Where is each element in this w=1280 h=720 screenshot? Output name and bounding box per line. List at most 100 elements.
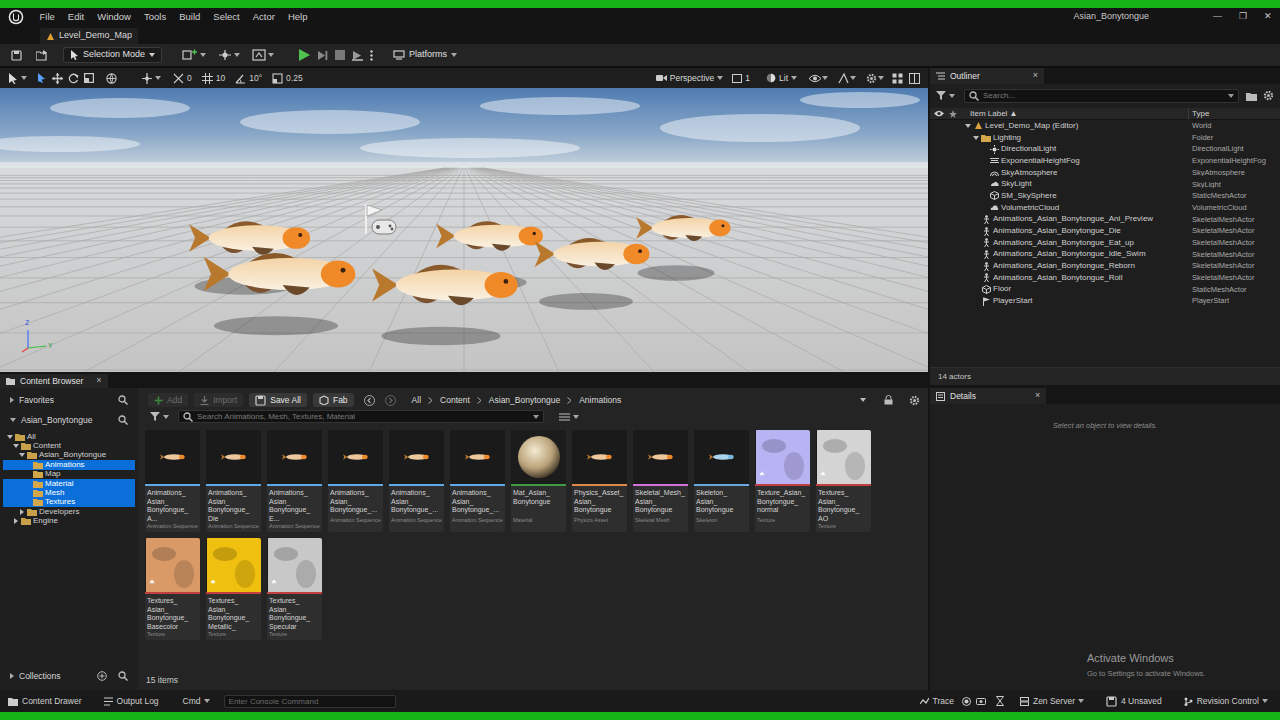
menu-item[interactable]: Window: [91, 10, 138, 24]
menu-item[interactable]: Help: [281, 10, 314, 24]
breadcrumb-item[interactable]: Asian_Bonytongue: [489, 394, 560, 407]
tree-arrow[interactable]: [13, 518, 19, 524]
menu-item[interactable]: Select: [207, 10, 246, 24]
outliner-row[interactable]: Level_Demo_Map (Editor)World: [930, 120, 1280, 132]
folder-item[interactable]: All: [3, 432, 135, 441]
details-tab[interactable]: Details×: [930, 388, 1046, 404]
console-input[interactable]: [224, 695, 396, 708]
column-header[interactable]: Item Label ▲: [970, 108, 1188, 120]
collections-section[interactable]: Collections: [0, 668, 138, 684]
favorites-section[interactable]: Favorites: [0, 392, 138, 408]
trace-button[interactable]: Trace: [920, 695, 954, 708]
folder-item[interactable]: Material: [3, 479, 135, 488]
column-header[interactable]: Type: [1188, 108, 1280, 120]
selection-mode-dropdown[interactable]: Selection Mode: [63, 47, 162, 63]
content-browser-tab[interactable]: Content Browser×: [0, 374, 108, 388]
fab-button[interactable]: Fab: [313, 393, 354, 407]
asset-card[interactable]: Animations_Asian_Bonytongue_E...Animatio…: [267, 430, 322, 532]
outliner-search-input[interactable]: [983, 90, 1224, 102]
asset-card[interactable]: Physics_Asset_Asian_BonytonguePhysics As…: [572, 430, 627, 532]
asset-card[interactable]: Mat_Asian_BonytongueMaterial: [511, 430, 566, 532]
server-button[interactable]: Zen Server: [1020, 695, 1075, 708]
folder-item[interactable]: Mesh: [3, 488, 135, 497]
tree-arrow[interactable]: [7, 435, 13, 439]
grid-snap[interactable]: 10: [202, 72, 225, 85]
close-button[interactable]: ×: [1033, 69, 1038, 83]
layout-button[interactable]: 1: [732, 72, 750, 85]
asset-card[interactable]: Animations_Asian_Bonytongue_...Animation…: [450, 430, 505, 532]
revision-button[interactable]: Revision Control: [1184, 695, 1259, 708]
save-button[interactable]: Save All: [249, 393, 307, 407]
viewport[interactable]: 0 10 10° 0.25 Perspective 1 Lit ZY: [0, 68, 928, 372]
asset-card[interactable]: Animations_Asian_Bonytongue_A...Animatio…: [145, 430, 200, 532]
outliner-row[interactable]: FloorStaticMeshActor: [930, 284, 1280, 296]
asset-card[interactable]: Textures_Asian_Bonytongue_AOTexture: [816, 430, 871, 532]
asset-card[interactable]: Textures_Asian_Bonytongue_BasecolorTextu…: [145, 538, 200, 640]
folder-item[interactable]: Map: [3, 470, 135, 479]
platforms-button[interactable]: Platforms: [393, 48, 457, 62]
outliner-row[interactable]: SkyAtmosphereSkyAtmosphere: [930, 167, 1280, 179]
folder-item[interactable]: Developers: [3, 507, 135, 516]
menu-item[interactable]: Edit: [61, 10, 90, 24]
outliner-row[interactable]: SkyLightSkyLight: [930, 178, 1280, 190]
menu-item[interactable]: Tools: [137, 10, 172, 24]
drawer-button[interactable]: Content Drawer: [8, 695, 82, 708]
outliner-row[interactable]: DirectionalLightDirectionalLight: [930, 143, 1280, 155]
outliner-row[interactable]: Animations_Asian_Bonytongue_DieSkeletalM…: [930, 225, 1280, 237]
asset-card[interactable]: Animations_Asian_Bonytongue_DieAnimation…: [206, 430, 261, 532]
maximize-button[interactable]: ❐: [1230, 10, 1255, 24]
breadcrumb-item[interactable]: All: [412, 394, 421, 407]
rotation-snap[interactable]: 10°: [235, 72, 262, 85]
menu-item[interactable]: Actor: [246, 10, 281, 24]
menu-item[interactable]: File: [33, 10, 61, 24]
tree-arrow[interactable]: [13, 444, 19, 448]
level-tab[interactable]: Level_Demo_Map: [40, 28, 138, 44]
expand-arrow[interactable]: [972, 136, 980, 140]
folder-item[interactable]: Asian_Bonytongue: [3, 451, 135, 460]
outliner-row[interactable]: VolumetricCloudVolumetricCloud: [930, 202, 1280, 214]
outliner-tab[interactable]: Outliner×: [930, 68, 1044, 84]
outliner-row[interactable]: LightingFolder: [930, 132, 1280, 144]
asset-card[interactable]: Animations_Asian_Bonytongue_...Animation…: [389, 430, 444, 532]
close-button[interactable]: ×: [96, 374, 101, 388]
unsaved-button[interactable]: 4 Unsaved: [1106, 695, 1162, 708]
tree-arrow[interactable]: [19, 509, 25, 515]
lighting-button[interactable]: Lit: [766, 72, 797, 85]
scale-snap[interactable]: 0.25: [272, 72, 303, 85]
breadcrumb-item[interactable]: Animations: [579, 394, 621, 407]
cmd-dropdown[interactable]: Cmd: [183, 695, 210, 708]
menu-item[interactable]: Build: [173, 10, 207, 24]
outliner-row[interactable]: Animations_Asian_Bonytongue_Idle_SwimSke…: [930, 249, 1280, 261]
asset-search-input[interactable]: [197, 411, 529, 423]
outliner-row[interactable]: Animations_Asian_Bonytongue_Eat_upSkelet…: [930, 237, 1280, 249]
asset-search-field[interactable]: [178, 410, 544, 423]
snap-toggle[interactable]: 0: [173, 72, 192, 85]
log-button[interactable]: Output Log: [104, 695, 159, 708]
folder-item[interactable]: Textures: [3, 498, 135, 507]
project-section[interactable]: Asian_Bonytongue: [0, 412, 138, 428]
level-tab-label[interactable]: Level_Demo_Map: [59, 29, 132, 43]
viewport-scene[interactable]: ZY: [0, 88, 928, 372]
breadcrumb-item[interactable]: Content: [440, 394, 470, 407]
minimize-button[interactable]: —: [1205, 10, 1230, 24]
folder-item[interactable]: Content: [3, 441, 135, 450]
outliner-search-field[interactable]: [964, 89, 1239, 103]
asset-card[interactable]: Textures_Asian_Bonytongue_Metallic_Textu…: [206, 538, 261, 640]
asset-card[interactable]: Skeletal_Mesh_Asian_BonytongueSkeletal M…: [633, 430, 688, 532]
outliner-row[interactable]: Animations_Asian_Bonytongue_Ani_PreviewS…: [930, 214, 1280, 226]
outliner-row[interactable]: PlayerStartPlayerStart: [930, 295, 1280, 307]
close-button[interactable]: ×: [1035, 389, 1040, 403]
asset-card[interactable]: Texture_Asian_Bonytongue_normalTexture: [755, 430, 810, 532]
expand-arrow[interactable]: [964, 124, 972, 128]
outliner-row[interactable]: Animations_Asian_Bonytongue_RebornSkelet…: [930, 260, 1280, 272]
outliner-row[interactable]: ExponentialHeightFogExponentialHeightFog: [930, 155, 1280, 167]
outliner-row[interactable]: Animations_Asian_Bonytongue_RollSkeletal…: [930, 272, 1280, 284]
folder-item[interactable]: Engine: [3, 517, 135, 526]
folder-item[interactable]: Animations: [3, 460, 135, 469]
close-button[interactable]: ✕: [1255, 10, 1280, 24]
tree-arrow[interactable]: [19, 453, 25, 457]
outliner-row[interactable]: SM_SkySphereStaticMeshActor: [930, 190, 1280, 202]
view-mode-button[interactable]: Perspective: [653, 72, 726, 85]
asset-card[interactable]: Skeleton_Asian_BonytongueSkeleton: [694, 430, 749, 532]
asset-card[interactable]: Animations_Asian_Bonytongue_...Animation…: [328, 430, 383, 532]
